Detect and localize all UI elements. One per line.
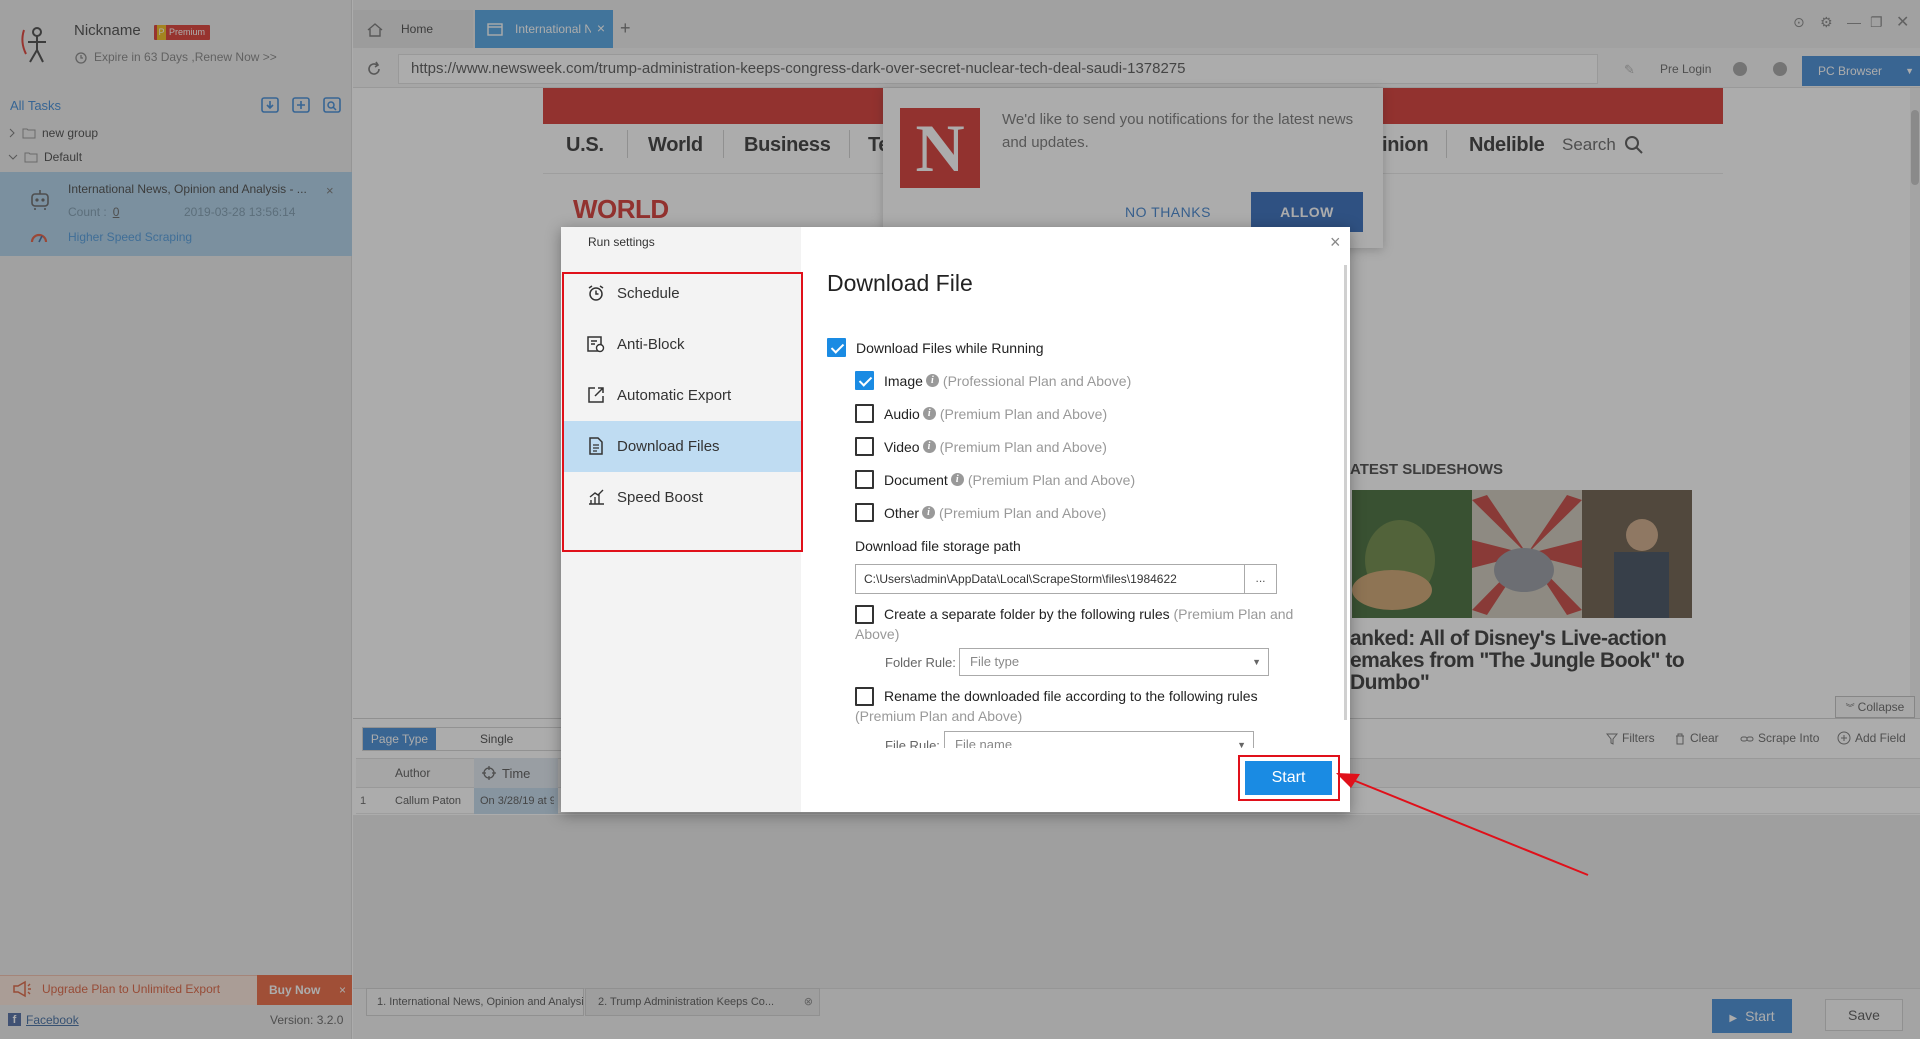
download-while-running-option[interactable]: Download Files while Running [827, 338, 1044, 357]
info-icon[interactable]: i [950, 473, 964, 486]
dialog-header: Run settings [588, 235, 655, 249]
download-while-running-checkbox[interactable] [827, 338, 846, 357]
file-rule-label: File Rule: [885, 738, 940, 748]
type-audio-option[interactable]: Audio i (Premium Plan and Above) [855, 404, 1107, 423]
info-icon[interactable]: i [925, 374, 939, 387]
browse-path-button[interactable]: ... [1244, 564, 1277, 594]
menu-highlight-box [562, 272, 803, 552]
info-icon[interactable]: i [922, 440, 936, 453]
folder-rule-label: Folder Rule: [885, 655, 956, 670]
type-image-option[interactable]: Image i (Professional Plan and Above) [855, 371, 1131, 390]
audio-checkbox[interactable] [855, 404, 874, 423]
start-button[interactable]: Start [1245, 761, 1332, 795]
other-checkbox[interactable] [855, 503, 874, 522]
type-other-option[interactable]: Other i (Premium Plan and Above) [855, 503, 1106, 522]
caret-down-icon: ▼ [1237, 740, 1246, 748]
info-icon[interactable]: i [922, 506, 936, 519]
download-file-title: Download File [827, 270, 973, 296]
type-document-option[interactable]: Document i (Premium Plan and Above) [855, 470, 1135, 489]
file-rule-select[interactable]: File name ▼ [944, 731, 1254, 748]
folder-rule-select[interactable]: File type ▼ [959, 648, 1269, 676]
storage-path-input[interactable]: C:\Users\admin\AppData\Local\ScrapeStorm… [855, 564, 1245, 594]
dialog-scrollbar[interactable] [1344, 265, 1347, 720]
separate-folder-label: Create a separate folder by the followin… [855, 606, 1294, 642]
caret-down-icon: ▼ [1252, 657, 1261, 667]
storage-path-label: Download file storage path [855, 538, 1021, 554]
annotation-arrow [1336, 773, 1589, 876]
type-video-option[interactable]: Video i (Premium Plan and Above) [855, 437, 1107, 456]
dialog-close-icon[interactable]: × [1330, 232, 1341, 253]
info-icon[interactable]: i [922, 407, 936, 420]
file-rule-clip: File Rule: File name ▼ [801, 728, 1341, 748]
rename-file-label: Rename the downloaded file according to … [855, 688, 1258, 724]
document-checkbox[interactable] [855, 470, 874, 489]
video-checkbox[interactable] [855, 437, 874, 456]
image-checkbox[interactable] [855, 371, 874, 390]
